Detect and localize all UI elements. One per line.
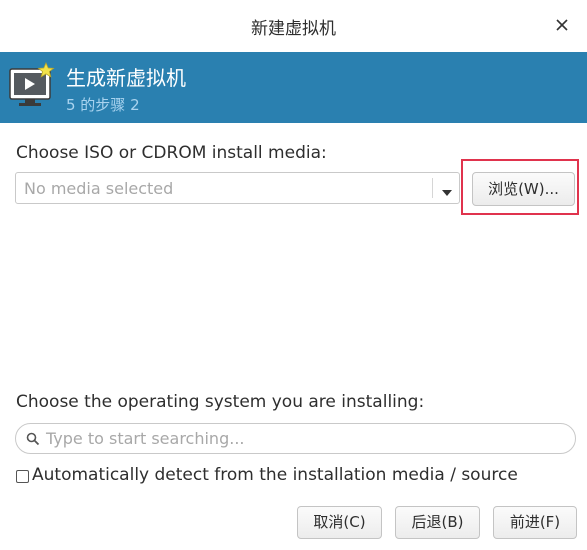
window-titlebar: 新建虚拟机	[0, 0, 587, 52]
window-title: 新建虚拟机	[251, 19, 336, 39]
autodetect-checkbox[interactable]	[16, 470, 29, 483]
wizard-heading: 生成新虚拟机	[66, 66, 186, 90]
browse-button[interactable]: 浏览(W)...	[472, 172, 575, 206]
search-placeholder: Type to start searching...	[46, 429, 245, 448]
os-search-input[interactable]: Type to start searching...	[15, 423, 576, 454]
autodetect-label[interactable]: Automatically detect from the installati…	[32, 465, 518, 485]
vm-monitor-icon	[8, 61, 58, 111]
wizard-header: 生成新虚拟机 5 的步骤 2	[0, 52, 587, 123]
wizard-step-indicator: 5 的步骤 2	[66, 96, 140, 114]
cancel-button[interactable]: 取消(C)	[297, 506, 382, 539]
dropdown-arrow-icon[interactable]	[440, 183, 454, 196]
back-button[interactable]: 后退(B)	[395, 506, 480, 539]
os-label: Choose the operating system you are inst…	[16, 392, 425, 412]
search-icon	[26, 431, 40, 446]
combo-separator	[432, 178, 433, 198]
install-media-combo[interactable]: No media selected	[15, 172, 460, 204]
next-button[interactable]: 前进(F)	[493, 506, 577, 539]
install-media-label: Choose ISO or CDROM install media:	[16, 143, 327, 163]
close-icon[interactable]	[552, 15, 572, 35]
install-media-entry[interactable]: No media selected	[24, 179, 173, 198]
